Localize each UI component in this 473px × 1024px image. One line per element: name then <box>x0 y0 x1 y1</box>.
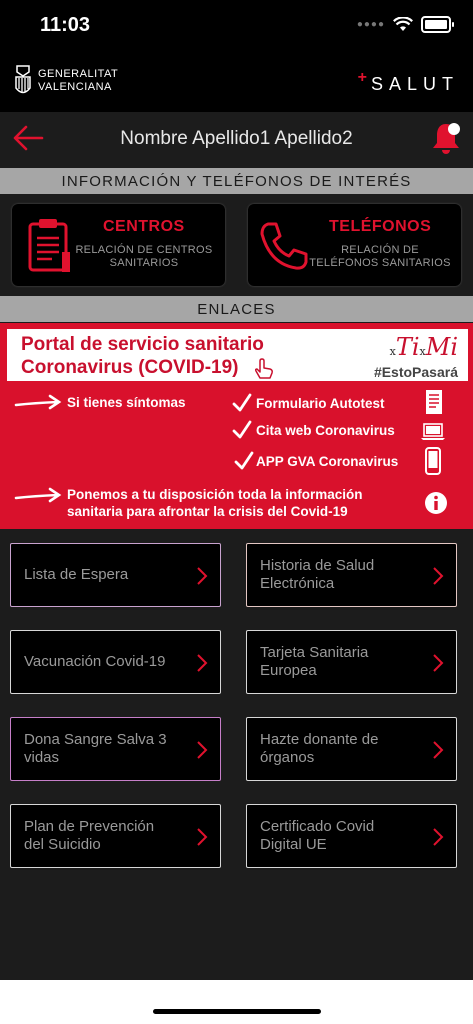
status-bar: 11:03 ●●●● <box>0 0 473 52</box>
info-message-line2: sanitaria para afrontar la crisis del Co… <box>67 504 348 519</box>
chevron-right-icon <box>197 828 208 846</box>
notification-bell-icon <box>433 123 460 154</box>
portal-title-line1: Portal de servicio sanitario <box>21 334 264 355</box>
clipboard-icon <box>28 219 70 272</box>
service-tile[interactable]: Lista de Espera <box>10 543 221 607</box>
chevron-right-icon <box>197 567 208 585</box>
chevron-right-icon <box>433 567 444 585</box>
service-tile-label: Vacunación Covid-19 <box>24 653 166 670</box>
centros-title: CENTROS <box>103 218 185 235</box>
service-tile-label: Tarjeta Sanitaria Europea <box>260 644 369 679</box>
centros-card[interactable]: CENTROS RELACIÓN DE CENTROS SANITARIOS <box>12 204 225 286</box>
symptoms-label: Si tienes síntomas <box>67 395 186 410</box>
user-name-title: Nombre Apellido1 Apellido2 <box>120 128 353 149</box>
signal-icon: ●●●● <box>356 19 385 30</box>
timi-hashtag: #EstoPasará <box>373 364 458 380</box>
telefonos-card[interactable]: TELÉFONOS RELACIÓN DE TELÉFONOS SANITARI… <box>248 204 461 286</box>
home-indicator[interactable] <box>153 1009 321 1014</box>
smartphone-icon <box>425 447 441 475</box>
service-tile[interactable]: Hazte donante de órganos <box>246 717 457 781</box>
service-tile[interactable]: Dona Sangre Salva 3 vidas <box>10 717 221 781</box>
service-tile-label: Certificado Covid Digital UE <box>260 818 375 853</box>
covid-banner: Portal de servicio sanitario Coronavirus… <box>0 323 473 529</box>
timi-logo: xTixMi #EstoPasará <box>374 335 458 380</box>
wifi-icon <box>393 17 413 31</box>
telefonos-subtitle-line1: RELACIÓN DE <box>341 244 419 256</box>
salut-plus: + <box>357 69 367 86</box>
chevron-right-icon <box>433 828 444 846</box>
salut-logo: + SALUT <box>358 69 459 95</box>
centros-subtitle-line1: RELACIÓN DE CENTROS <box>75 244 213 256</box>
gva-crest-icon <box>15 65 31 94</box>
brand-bar: GENERALITAT VALENCIANA + SALUT <box>0 52 473 112</box>
app-gva-link[interactable]: APP GVA Coronavirus <box>256 453 398 470</box>
service-tile-label: Hazte donante de órganos <box>260 731 379 766</box>
form-document-icon <box>426 390 442 414</box>
battery-icon <box>421 16 454 33</box>
service-tile[interactable]: Tarjeta Sanitaria Europea <box>246 630 457 694</box>
timi-ti: Ti <box>395 333 420 361</box>
laptop-icon <box>421 423 445 440</box>
arrow-right-icon <box>14 394 62 410</box>
links-section-header: ENLACES <box>0 296 473 322</box>
arrow-right-icon <box>14 487 62 503</box>
centros-subtitle-line2: SANITARIOS <box>109 257 179 269</box>
service-tile[interactable]: Plan de Prevención del Suicidio <box>10 804 221 868</box>
service-tile[interactable]: Historia de Salud Electrónica <box>246 543 457 607</box>
check-icon <box>232 393 252 412</box>
service-tile-label: Dona Sangre Salva 3 vidas <box>24 731 167 766</box>
info-section-header: INFORMACIÓN Y TELÉFONOS DE INTERÉS <box>0 168 473 194</box>
status-time: 11:03 <box>40 14 91 36</box>
timi-mi: Mi <box>425 333 458 361</box>
chevron-right-icon <box>197 741 208 759</box>
check-icon <box>232 420 252 439</box>
home-indicator-area <box>0 980 473 1024</box>
notifications-button[interactable] <box>429 120 463 163</box>
info-message: Ponemos a tu disposición toda la informa… <box>67 486 363 520</box>
cita-web-link[interactable]: Cita web Coronavirus <box>256 422 395 439</box>
gva-name-line1: GENERALITAT <box>38 68 119 80</box>
nav-bar: Nombre Apellido1 Apellido2 <box>0 112 473 168</box>
service-tile[interactable]: Certificado Covid Digital UE <box>246 804 457 868</box>
service-tile-label: Plan de Prevención del Suicidio <box>24 818 155 853</box>
telefonos-subtitle-line2: TELÉFONOS SANITARIOS <box>309 257 451 269</box>
gva-name-line2: VALENCIANA <box>38 81 112 93</box>
gva-logo: GENERALITAT VALENCIANA <box>14 64 118 98</box>
check-icon <box>234 451 254 470</box>
chevron-right-icon <box>197 654 208 672</box>
service-tile[interactable]: Vacunación Covid-19 <box>10 630 221 694</box>
chevron-right-icon <box>433 741 444 759</box>
service-tile-label: Historia de Salud Electrónica <box>260 557 375 592</box>
chevron-right-icon <box>433 654 444 672</box>
hand-pointer-icon <box>254 358 273 379</box>
service-tile-label: Lista de Espera <box>24 566 129 583</box>
status-icons: ●●●● <box>356 16 454 33</box>
phone-icon <box>260 222 308 270</box>
info-message-line1: Ponemos a tu disposición toda la informa… <box>67 487 363 502</box>
telefonos-title: TELÉFONOS <box>329 218 432 235</box>
salut-wordmark: SALUT <box>370 74 459 94</box>
portal-title-line2: Coronavirus (COVID-19) <box>21 357 239 378</box>
covid-portal-link[interactable]: Portal de servicio sanitario Coronavirus… <box>7 329 468 381</box>
info-icon[interactable] <box>424 491 448 515</box>
autotest-link[interactable]: Formulario Autotest <box>256 395 385 412</box>
